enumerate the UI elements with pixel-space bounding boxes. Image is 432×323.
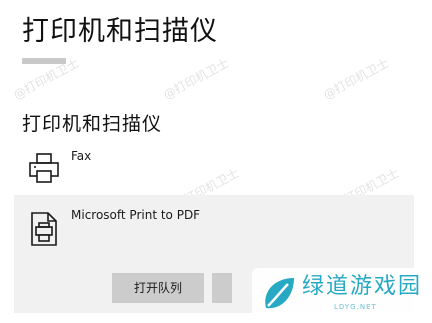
leaf-logo-icon [258,274,298,314]
watermark-text: @打印机卫士 [321,55,392,103]
title-underbar [22,58,66,64]
brand-name: 绿道游戏园 [302,274,423,299]
brand-logo: 绿道游戏园 LDYG.NET [252,268,430,320]
watermark-text: @打印机卫士 [161,55,232,103]
pdf-printer-icon [26,211,62,247]
open-queue-button[interactable]: 打开队列 [112,273,204,303]
printer-item-fax[interactable]: Fax [14,142,414,192]
section-heading: 打印机和扫描仪 [22,113,163,135]
brand-domain: LDYG.NET [334,303,377,311]
printer-name: Microsoft Print to PDF [71,208,201,222]
manage-button[interactable] [212,273,232,303]
page-title: 打印机和扫描仪 [22,16,218,47]
fax-printer-icon [26,150,62,186]
printer-name: Fax [71,149,92,163]
